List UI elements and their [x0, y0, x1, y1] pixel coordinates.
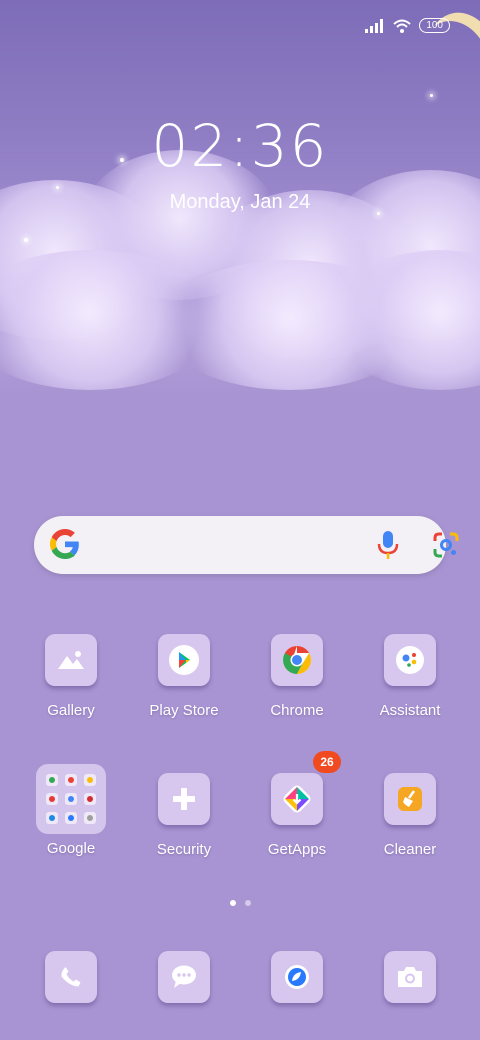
page-indicator: [0, 900, 480, 906]
clock-time[interactable]: 02:36: [0, 112, 480, 180]
wifi-icon: [393, 19, 411, 33]
broom-icon: [384, 773, 436, 825]
dock-messages[interactable]: [134, 951, 234, 1003]
signal-icon: [365, 18, 384, 33]
page-dot[interactable]: [244, 900, 251, 906]
app-assistant[interactable]: Assistant: [360, 634, 460, 719]
app-cleaner[interactable]: Cleaner: [360, 773, 460, 858]
folder-google[interactable]: Google: [21, 764, 121, 857]
google-logo-icon: [50, 529, 79, 559]
gallery-icon: [45, 634, 97, 686]
clock-date[interactable]: Monday, Jan 24: [0, 191, 480, 214]
notification-badge: 26: [313, 751, 341, 773]
plus-icon: [158, 773, 210, 825]
messages-icon: [158, 951, 210, 1003]
app-gallery[interactable]: Gallery: [21, 634, 121, 719]
google-lens-icon[interactable]: [432, 531, 460, 559]
page-dot-active[interactable]: [229, 900, 236, 906]
app-security[interactable]: Security: [134, 773, 234, 858]
app-label: Gallery: [47, 702, 95, 719]
battery-indicator: 100: [419, 18, 450, 33]
dock-phone[interactable]: [21, 951, 121, 1003]
app-chrome[interactable]: Chrome: [247, 634, 347, 719]
play-store-icon: [158, 634, 210, 686]
dock-camera[interactable]: [360, 951, 460, 1003]
app-label: Play Store: [149, 702, 219, 719]
search-bar[interactable]: [34, 516, 459, 574]
app-label: Security: [156, 841, 212, 858]
app-label: GetApps: [267, 841, 327, 858]
app-label: Assistant: [379, 702, 441, 719]
folder-icon: [36, 764, 106, 834]
dock-browser[interactable]: [247, 951, 347, 1003]
browser-icon: [271, 951, 323, 1003]
getapps-icon: 26: [271, 751, 341, 825]
app-label: Cleaner: [383, 841, 437, 858]
chrome-icon: [271, 634, 323, 686]
phone-icon: [45, 951, 97, 1003]
status-bar: 100: [365, 18, 450, 33]
app-getapps[interactable]: 26 GetApps: [247, 751, 347, 858]
assistant-icon: [384, 634, 436, 686]
app-label: Google: [46, 840, 96, 857]
camera-icon: [384, 951, 436, 1003]
voice-search-icon[interactable]: [376, 530, 400, 560]
app-play-store[interactable]: Play Store: [134, 634, 234, 719]
app-label: Chrome: [270, 702, 324, 719]
